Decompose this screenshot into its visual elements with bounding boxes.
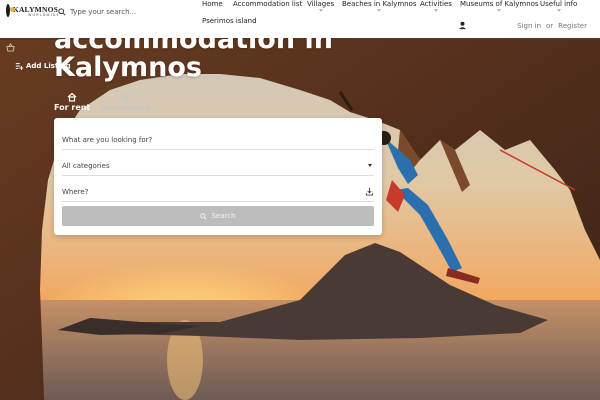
- logo-tagline: WORLDWIDE: [28, 13, 60, 17]
- chevron-down-icon: [318, 9, 323, 12]
- keyword-field: [62, 130, 374, 150]
- nav-label: Villages: [307, 0, 335, 8]
- headline-line-2: Kalymnos: [54, 52, 202, 83]
- nav-item-useful-info[interactable]: Useful info: [540, 0, 577, 12]
- search-icon[interactable]: [58, 8, 66, 16]
- nav-label: Museums of Kalymnos: [460, 0, 539, 8]
- nav-item-pserimos[interactable]: Pserimos island: [202, 17, 257, 25]
- auth-or-text: or: [546, 22, 554, 30]
- location-field: [62, 182, 374, 202]
- nav-item-activities[interactable]: Activities: [420, 0, 452, 12]
- tab-label: For rent: [54, 103, 91, 112]
- location-input[interactable]: [62, 187, 352, 196]
- top-header: KALYMNOS WORLDWIDE Home Accommodation li…: [0, 0, 600, 38]
- keyword-input[interactable]: [62, 135, 352, 144]
- header-search: [58, 5, 190, 19]
- chevron-down-icon: [433, 9, 438, 12]
- nav-label: Pserimos island: [202, 17, 257, 25]
- category-select-value: All categories: [62, 161, 110, 170]
- site-logo[interactable]: KALYMNOS WORLDWIDE: [6, 2, 60, 18]
- nav-label: Activities: [420, 0, 452, 8]
- home-icon: [67, 92, 77, 102]
- nav-label: Home: [202, 0, 223, 8]
- listing-type-tabs: For rent Businesses: [54, 92, 150, 112]
- register-link[interactable]: Register: [558, 22, 587, 30]
- basket-icon[interactable]: [6, 43, 15, 52]
- tab-businesses[interactable]: Businesses: [100, 92, 150, 112]
- nav-item-villages[interactable]: Villages: [307, 0, 334, 12]
- add-listing-icon: [15, 63, 23, 70]
- chevron-down-icon: [377, 9, 382, 12]
- nav-label: Beaches in Kalymnos: [342, 0, 417, 8]
- tab-for-rent[interactable]: For rent: [54, 92, 90, 112]
- nav-item-home[interactable]: Home: [202, 0, 223, 8]
- main-nav: Home Accommodation list Villages Beaches…: [202, 0, 592, 38]
- header-search-input[interactable]: [70, 8, 180, 16]
- category-select[interactable]: All categories: [62, 156, 374, 176]
- nav-item-museums[interactable]: Museums of Kalymnos: [460, 0, 539, 12]
- user-icon[interactable]: [458, 21, 467, 30]
- sign-in-link[interactable]: Sign in: [517, 22, 541, 30]
- search-button[interactable]: Search: [62, 206, 374, 226]
- chevron-down-icon: [368, 164, 372, 167]
- nav-item-beaches[interactable]: Beaches in Kalymnos: [342, 0, 417, 12]
- nav-label: Accommodation list: [233, 0, 303, 8]
- auth-links: Sign in or Register: [517, 22, 587, 30]
- nav-label: Useful info: [540, 0, 578, 8]
- tab-label: Businesses: [100, 103, 151, 112]
- search-button-label: Search: [211, 212, 236, 220]
- chevron-down-icon: [556, 9, 561, 12]
- search-icon: [200, 212, 208, 220]
- nav-item-accommodation-list[interactable]: Accommodation list: [233, 0, 302, 8]
- logo-icon: [6, 3, 15, 17]
- chevron-down-icon: [497, 9, 502, 12]
- locate-icon[interactable]: [365, 187, 374, 196]
- search-form-card: All categories Search: [54, 118, 382, 235]
- building-icon: [120, 92, 130, 102]
